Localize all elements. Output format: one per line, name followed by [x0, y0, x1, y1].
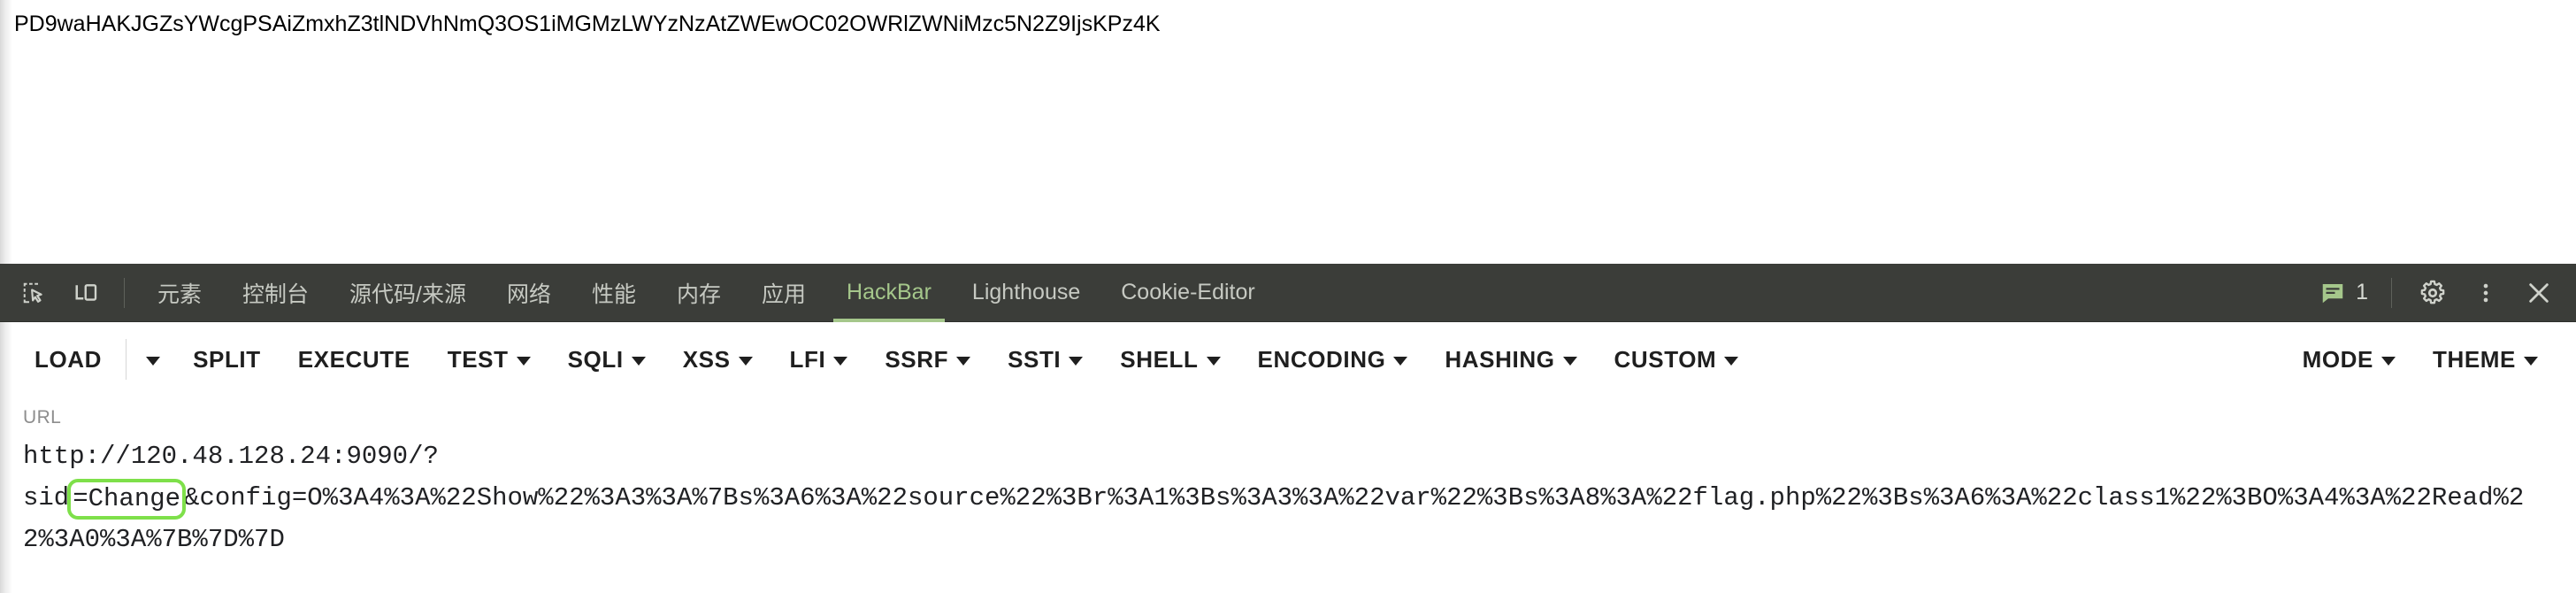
- tab-label: 网络: [506, 281, 551, 307]
- device-toolbar-button[interactable]: [62, 268, 111, 318]
- toolbar-divider-right: [2391, 277, 2392, 308]
- url-input[interactable]: http://120.48.128.24:9090/? sid =Change &c…: [23, 435, 2553, 560]
- hackbar-button-label: ENCODING: [1257, 345, 1386, 373]
- hackbar-button-label: MODE: [2302, 345, 2373, 373]
- url-selected-token[interactable]: =Change: [67, 479, 187, 520]
- url-left-edge-shadow: [0, 397, 12, 593]
- tab-label: 控制台: [242, 281, 310, 307]
- tab-memory[interactable]: 内存: [656, 264, 741, 322]
- chevron-down-icon: [631, 356, 646, 366]
- hackbar-execute-button[interactable]: EXECUTE: [283, 334, 426, 385]
- inspect-element-button[interactable]: [9, 268, 58, 318]
- tab-hackbar[interactable]: HackBar: [826, 264, 952, 322]
- close-devtools-button[interactable]: [2514, 268, 2564, 318]
- tab-label: 性能: [592, 281, 637, 307]
- hackbar-button-label: THEME: [2433, 345, 2516, 373]
- chevron-down-icon: [738, 356, 753, 366]
- hackbar-button-label: LOAD: [34, 345, 103, 373]
- hackbar-load-dropdown[interactable]: [135, 334, 171, 385]
- gear-icon: [2420, 280, 2445, 304]
- tab-cookie-editor[interactable]: Cookie-Editor: [1100, 264, 1275, 322]
- chevron-down-icon: [1562, 356, 1577, 366]
- tab-application[interactable]: 应用: [741, 264, 826, 322]
- hackbar-button-label: SPLIT: [193, 345, 261, 373]
- page-body-text: PD9waHAKJGZsYWcgPSAiZmxhZ3tlNDVhNmQ3OS1i…: [14, 12, 1161, 36]
- toolbar-left-edge-shadow: [0, 322, 12, 397]
- devtools-tab-list: 元素 控制台 源代码/来源 网络 性能 内存 应用 HackBar Lighth…: [137, 264, 1276, 322]
- tab-label: 源代码/来源: [349, 281, 466, 307]
- hackbar-load-button[interactable]: LOAD: [19, 334, 117, 385]
- tab-sources[interactable]: 源代码/来源: [329, 264, 487, 322]
- console-message-count: 1: [2356, 280, 2368, 304]
- inspect-element-icon: [23, 282, 42, 303]
- hackbar-button-label: SSTI: [1008, 345, 1062, 373]
- hackbar-mode-menu[interactable]: MODE: [2288, 334, 2411, 385]
- hackbar-button-label: TEST: [447, 345, 509, 373]
- message-bubble-icon: [2322, 283, 2343, 303]
- tab-lighthouse[interactable]: Lighthouse: [952, 264, 1100, 322]
- hackbar-hashing-menu[interactable]: HASHING: [1430, 334, 1591, 385]
- hackbar-split-button[interactable]: SPLIT: [178, 334, 276, 385]
- chevron-down-icon: [1724, 356, 1739, 366]
- tab-network[interactable]: 网络: [487, 264, 571, 322]
- hackbar-encoding-menu[interactable]: ENCODING: [1243, 334, 1423, 385]
- url-section: URL http://120.48.128.24:9090/? sid =Chan…: [0, 397, 2576, 593]
- web-page-viewport: PD9waHAKJGZsYWcgPSAiZmxhZ3tlNDVhNmQ3OS1i…: [0, 0, 2576, 264]
- hackbar-button-label: XSS: [682, 345, 731, 373]
- hackbar-button-label: EXECUTE: [297, 345, 410, 373]
- url-text-after-selection: &config=O%3A4%3A%22Show%22%3A3%3A%7Bs%3A…: [23, 483, 2525, 554]
- tab-elements[interactable]: 元素: [137, 264, 222, 322]
- hackbar-xss-menu[interactable]: XSS: [668, 334, 768, 385]
- hackbar-theme-menu[interactable]: THEME: [2418, 334, 2553, 385]
- settings-button[interactable]: [2408, 268, 2457, 318]
- url-field-label: URL: [23, 407, 62, 427]
- tab-label: 内存: [677, 281, 722, 307]
- tab-label: Lighthouse: [971, 280, 1081, 304]
- more-options-button[interactable]: [2461, 268, 2511, 318]
- tab-console[interactable]: 控制台: [222, 264, 329, 322]
- tab-performance[interactable]: 性能: [571, 264, 656, 322]
- chevron-down-icon: [146, 356, 161, 366]
- hackbar-button-label: SHELL: [1120, 345, 1199, 373]
- chevron-down-icon: [833, 356, 848, 366]
- device-toolbar-icon: [75, 283, 97, 301]
- hackbar-button-label: HASHING: [1445, 345, 1555, 373]
- devtools-toolbar-right: 1: [2309, 264, 2576, 321]
- hackbar-ssrf-menu[interactable]: SSRF: [870, 334, 985, 385]
- hackbar-toolbar: LOAD SPLIT EXECUTE TEST SQLI XSS LFI SSR…: [0, 322, 2576, 397]
- chevron-down-icon: [2381, 356, 2396, 366]
- hackbar-ssti-menu[interactable]: SSTI: [993, 334, 1098, 385]
- toolbar-divider: [124, 277, 125, 308]
- chevron-down-icon: [516, 356, 531, 366]
- hackbar-custom-menu[interactable]: CUSTOM: [1599, 334, 1754, 385]
- tab-label: Cookie-Editor: [1121, 280, 1255, 304]
- hackbar-test-menu[interactable]: TEST: [433, 334, 546, 385]
- hackbar-button-label: SSRF: [885, 345, 949, 373]
- chevron-down-icon: [1069, 356, 1084, 366]
- more-vertical-icon: [2483, 283, 2488, 302]
- hackbar-lfi-menu[interactable]: LFI: [775, 334, 863, 385]
- tab-label: HackBar: [847, 280, 932, 304]
- chevron-down-icon: [2524, 356, 2538, 366]
- viewport-left-edge-shadow: [0, 0, 12, 264]
- tab-label: 应用: [762, 281, 807, 307]
- hackbar-shell-menu[interactable]: SHELL: [1105, 334, 1235, 385]
- hackbar-button-label: CUSTOM: [1614, 345, 1717, 373]
- hackbar-button-label: LFI: [789, 345, 826, 373]
- chevron-down-icon: [1393, 356, 1408, 366]
- chevron-down-icon: [1206, 356, 1221, 366]
- hackbar-button-label: SQLI: [567, 345, 624, 373]
- close-icon: [2529, 282, 2549, 303]
- chevron-down-icon: [956, 356, 971, 366]
- tab-label: 元素: [157, 281, 203, 307]
- hackbar-sqli-menu[interactable]: SQLI: [553, 334, 661, 385]
- devtools-tabbar: 元素 控制台 源代码/来源 网络 性能 内存 应用 HackBar Lighth…: [0, 264, 2576, 322]
- console-messages-button[interactable]: 1: [2309, 272, 2379, 314]
